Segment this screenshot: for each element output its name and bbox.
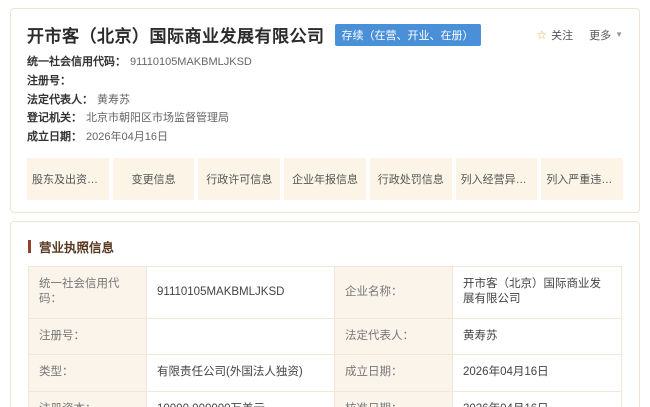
table-label: 注册资本： [29,392,147,407]
tab-changes[interactable]: 变更信息 [113,158,195,200]
field-established: 成立日期： 2026年04月16日 [27,131,623,145]
license-info-table: 统一社会信用代码： 91110105MAKBMLJKSD 企业名称： 开市客（北… [28,266,622,407]
tab-admin-license[interactable]: 行政许可信息 [198,158,280,200]
field-registry: 登记机关： 北京市朝阳区市场监督管理局 [27,112,623,126]
follow-button[interactable]: ☆ 关注 [536,27,573,43]
company-header-card: 开市客（北京）国际商业发展有限公司 存续（在营、开业、在册） ☆ 关注 更多 ▼… [10,8,640,213]
status-badge: 存续（在营、开业、在册） [335,24,481,46]
section-title: 营业执照信息 [39,237,114,256]
business-license-card: 营业执照信息 统一社会信用代码： 91110105MAKBMLJKSD 企业名称… [10,221,640,407]
tab-admin-penalty[interactable]: 行政处罚信息 [370,158,452,200]
table-value: 2026年04月16日 [453,355,622,392]
info-tabs: 股东及出资信息 变更信息 行政许可信息 企业年报信息 行政处罚信息 列入经营异常… [27,158,623,200]
table-value: 91110105MAKBMLJKSD [147,267,335,319]
table-value: 2026年04月16日 [453,392,622,407]
field-label: 法定代表人： [27,94,93,106]
table-label: 统一社会信用代码： [29,267,147,319]
field-label: 注册号： [27,75,71,87]
more-button[interactable]: 更多 ▼ [589,27,623,43]
star-icon: ☆ [536,28,547,42]
field-label: 成立日期： [27,131,82,143]
title-row: 开市客（北京）国际商业发展有限公司 存续（在营、开业、在册） ☆ 关注 更多 ▼ [27,22,623,47]
tab-illegal-list[interactable]: 列入严重违法失信... [541,158,623,200]
table-value: 开市客（北京）国际商业发展有限公司 [453,267,622,319]
tab-abnormal-list[interactable]: 列入经营异常名录... [456,158,538,200]
section-header: 营业执照信息 [28,237,624,256]
table-label: 注册号： [29,319,147,356]
field-value: 91110105MAKBMLJKSD [130,56,252,68]
chevron-down-icon: ▼ [615,30,623,39]
header-actions: ☆ 关注 更多 ▼ [536,27,623,43]
tab-annual-report[interactable]: 企业年报信息 [284,158,366,200]
table-label: 法定代表人： [335,319,453,356]
table-label: 类型： [29,355,147,392]
table-label: 企业名称： [335,267,453,319]
more-button-label: 更多 [589,27,611,43]
header-fields: 统一社会信用代码： 91110105MAKBMLJKSD 注册号： 法定代表人： 黄… [27,56,623,145]
table-value: 黄寿苏 [453,319,622,356]
field-reg-number: 注册号： [27,75,623,89]
field-value: 2026年04月16日 [86,131,168,143]
follow-button-label: 关注 [551,27,573,43]
page-title: 开市客（北京）国际商业发展有限公司 [27,22,325,47]
table-value: 10000.000000万美元 [147,392,335,407]
table-value: 有限责任公司(外国法人独资) [147,355,335,392]
field-label: 登记机关： [27,112,82,124]
field-value: 黄寿苏 [97,94,130,106]
tab-shareholders[interactable]: 股东及出资信息 [27,158,109,200]
section-bar [28,240,31,253]
field-legal-rep: 法定代表人： 黄寿苏 [27,94,623,108]
field-label: 统一社会信用代码： [27,56,126,68]
field-credit-code: 统一社会信用代码： 91110105MAKBMLJKSD [27,56,623,70]
table-label: 成立日期： [335,355,453,392]
table-label: 核准日期： [335,392,453,407]
field-value: 北京市朝阳区市场监督管理局 [86,112,229,124]
table-value [147,319,335,356]
